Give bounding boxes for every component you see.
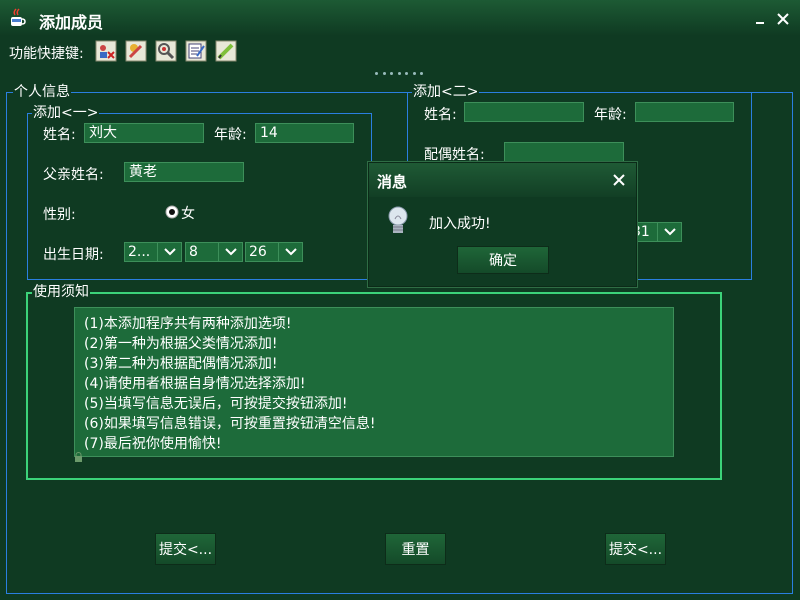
chevron-down-icon[interactable] (219, 242, 243, 262)
submit-two-button[interactable]: 提交<... (605, 533, 666, 565)
window-title: 添加成员 (39, 13, 104, 32)
title-bar (0, 0, 800, 36)
reset-button[interactable]: 重置 (385, 533, 446, 565)
dialog-title-bar (369, 163, 636, 197)
age-input[interactable]: 14 (255, 123, 354, 143)
father-name-input[interactable]: 黄老 (124, 162, 244, 182)
notes-line: (6)如果填写信息错误，可按重置按钮清空信息! (84, 416, 376, 432)
birth-month-combo[interactable]: 8 (185, 242, 243, 262)
toolbar-label: 功能快捷键: (9, 46, 84, 62)
name-input[interactable]: 刘大 (84, 123, 204, 143)
name-label: 姓名: (43, 127, 76, 143)
lock-icon (74, 447, 83, 462)
minimize-icon[interactable] (751, 10, 769, 28)
birth-year-value: 2... (124, 242, 158, 262)
name-label-two: 姓名: (424, 107, 457, 123)
usage-notes-legend: 使用须知 (32, 284, 90, 300)
usage-notes-textarea[interactable]: (1)本添加程序共有两种添加选项! (2)第一种为根据父类情况添加! (3)第二… (74, 307, 674, 457)
female-radio-label: 女 (181, 206, 195, 222)
edit-member-icon[interactable] (125, 40, 147, 62)
add-two-legend: 添加<二> (412, 84, 480, 100)
dialog-close-icon[interactable] (611, 172, 627, 188)
submit-one-button[interactable]: 提交<... (155, 533, 216, 565)
age-input-two[interactable] (635, 102, 734, 122)
birth-day-value: 26 (245, 242, 279, 262)
notes-line: (5)当填写信息无误后，可按提交按钮添加! (84, 396, 348, 412)
age-label: 年龄: (214, 127, 247, 143)
close-icon[interactable] (774, 10, 792, 28)
personal-info-legend: 个人信息 (13, 84, 71, 100)
message-dialog: 消息 加入成功! 确定 (368, 162, 637, 287)
lightbulb-icon (387, 205, 409, 237)
notes-icon[interactable] (185, 40, 207, 62)
name-input-two[interactable] (464, 102, 584, 122)
notes-line: (1)本添加程序共有两种添加选项! (84, 316, 292, 332)
dialog-message: 加入成功! (429, 216, 491, 232)
father-name-label: 父亲姓名: (43, 167, 104, 183)
notes-line: (2)第一种为根据父类情况添加! (84, 336, 278, 352)
birth-year-combo[interactable]: 2... (124, 242, 182, 262)
chevron-down-icon[interactable] (279, 242, 303, 262)
search-icon[interactable] (155, 40, 177, 62)
gender-label: 性别: (43, 207, 76, 223)
member-manage-icon[interactable] (95, 40, 117, 62)
ok-button[interactable]: 确定 (457, 246, 549, 274)
dialog-title: 消息 (377, 173, 408, 191)
add-one-legend: 添加<一> (32, 105, 100, 121)
notes-line: (3)第二种为根据配偶情况添加! (84, 356, 278, 372)
pencil-icon[interactable] (215, 40, 237, 62)
notes-line: (7)最后祝你使用愉快! (84, 436, 222, 452)
split-pane-divider[interactable] (375, 72, 423, 78)
birth-date-label: 出生日期: (43, 247, 104, 263)
age-label-two: 年龄: (594, 107, 627, 123)
female-radio[interactable] (165, 204, 179, 219)
java-cup-icon (11, 8, 26, 26)
chevron-down-icon[interactable] (658, 222, 682, 242)
birth-day-combo[interactable]: 26 (245, 242, 303, 262)
spouse-name-label: 配偶姓名: (424, 147, 485, 163)
chevron-down-icon[interactable] (158, 242, 182, 262)
spouse-name-input[interactable] (504, 142, 624, 162)
birth-month-value: 8 (185, 242, 219, 262)
notes-line: (4)请使用者根据自身情况选择添加! (84, 376, 306, 392)
